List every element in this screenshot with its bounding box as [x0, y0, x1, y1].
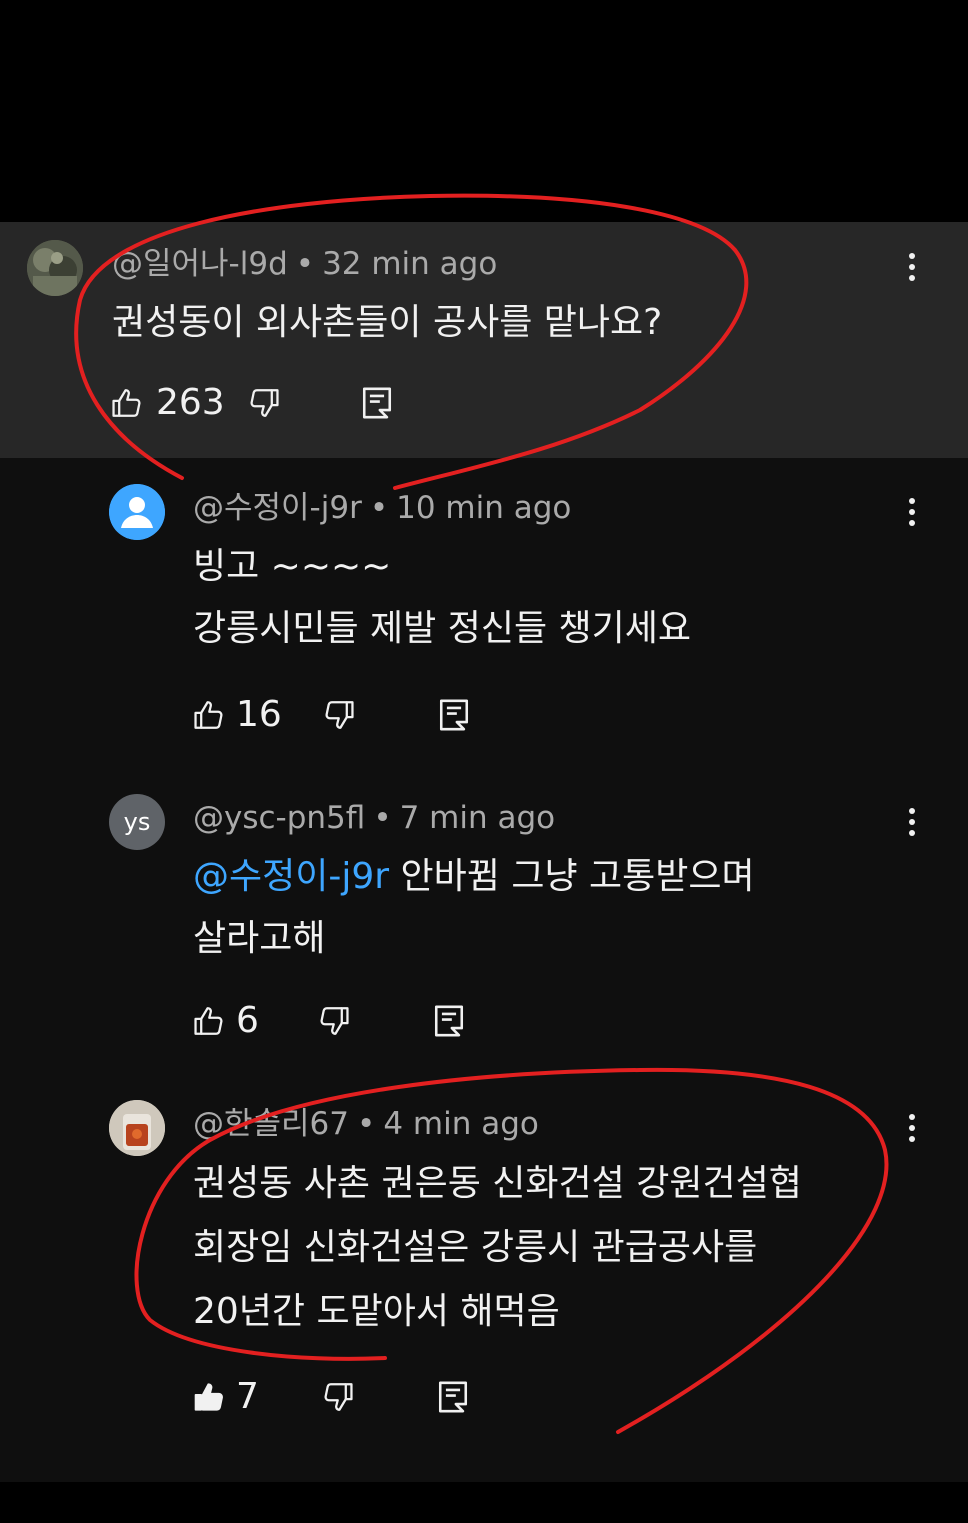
thumbs-down-icon[interactable] — [247, 386, 281, 420]
comment-line-text — [389, 856, 400, 897]
like-count: 16 — [236, 694, 282, 735]
more-vert-icon[interactable] — [902, 802, 922, 842]
comment-line: 권성동 사촌 권은동 신화건설 강원건설협 — [193, 1163, 802, 1204]
photo-avatar-icon[interactable] — [27, 240, 83, 296]
like-count: 263 — [156, 382, 225, 423]
thumbs-up-icon[interactable] — [192, 1004, 226, 1038]
comment-line: 20년간 도맡아서 해먹음 — [193, 1291, 560, 1332]
comment-meta: @한솔리67 • 4 min ago — [193, 1104, 539, 1144]
comment-text: 권성동이 외사촌들이 공사를 맡나요? — [112, 292, 662, 354]
more-vert-icon[interactable] — [902, 1108, 922, 1148]
comment-text: 빙고 ~~~~ 강릉시민들 제발 정신들 챙기세요 — [193, 536, 691, 660]
avatar-initials: ys — [123, 808, 151, 836]
comment-line: 빙고 ~~~~ — [193, 546, 392, 587]
thumbs-down-icon[interactable] — [321, 1380, 355, 1414]
comment-actions: 7 — [192, 1372, 469, 1422]
meta-separator: • — [357, 1106, 376, 1142]
meta-separator: • — [373, 800, 392, 836]
comment-meta: @ysc-pn5fl • 7 min ago — [193, 798, 555, 838]
comment-handle[interactable]: @한솔리67 — [193, 1106, 349, 1142]
comment-line: @수정이-j9r 안바뀜 그냥 고통받으며 — [193, 846, 755, 908]
thumbs-up-icon[interactable] — [110, 386, 144, 420]
thumbs-down-icon[interactable] — [317, 1004, 351, 1038]
default-user-avatar-icon[interactable] — [109, 484, 165, 540]
like-count: 7 — [236, 1376, 259, 1417]
mention-link[interactable]: @수정이-j9r — [193, 856, 389, 897]
comment-time: 4 min ago — [383, 1106, 539, 1142]
comment-meta: @일어나-l9d • 32 min ago — [112, 244, 497, 284]
initials-avatar[interactable]: ys — [109, 794, 165, 850]
comment-time: 7 min ago — [399, 800, 556, 836]
comment-time: 10 min ago — [396, 490, 572, 526]
meta-separator: • — [295, 246, 315, 282]
reply-icon[interactable] — [361, 386, 393, 420]
comment-line: 회장임 신화건설은 강릉시 관급공사를 — [193, 1227, 758, 1268]
like-count: 6 — [236, 1000, 259, 1041]
meta-separator: • — [369, 490, 389, 526]
thumbs-up-icon[interactable] — [192, 1380, 226, 1414]
more-vert-icon[interactable] — [902, 247, 922, 287]
reply-icon[interactable] — [433, 1004, 465, 1038]
comment-line: 강릉시민들 제발 정신들 챙기세요 — [193, 608, 692, 649]
comment-handle[interactable]: @일어나-l9d — [112, 246, 288, 282]
screen: @일어나-l9d • 32 min ago 권성동이 외사촌들이 공사를 맡나요? … — [0, 0, 968, 1523]
thumbs-down-icon[interactable] — [322, 698, 356, 732]
reply-icon[interactable] — [438, 698, 470, 732]
comment-line-text: 안바뀜 그냥 고통받으며 — [400, 856, 755, 897]
comment-handle[interactable]: @ysc-pn5fl — [193, 800, 365, 836]
more-vert-icon[interactable] — [902, 492, 922, 532]
thumbs-up-icon[interactable] — [192, 698, 226, 732]
comment-text: @수정이-j9r 안바뀜 그냥 고통받으며 살라고해 — [193, 846, 755, 970]
comment-handle[interactable]: @수정이-j9r — [193, 490, 362, 526]
photo-avatar-icon[interactable] — [109, 1100, 165, 1156]
comment-actions: 16 — [192, 690, 470, 740]
comment-line: 살라고해 — [193, 918, 326, 959]
comment-line: 권성동이 외사촌들이 공사를 맡나요? — [112, 302, 663, 343]
comment-text: 권성동 사촌 권은동 신화건설 강원건설협 회장임 신화건설은 강릉시 관급공사… — [193, 1152, 802, 1344]
comment-meta: @수정이-j9r • 10 min ago — [193, 488, 571, 528]
reply-icon[interactable] — [437, 1380, 469, 1414]
comment-actions: 6 — [192, 996, 465, 1046]
comment-time: 32 min ago — [322, 246, 498, 282]
comment-actions: 263 — [110, 378, 393, 428]
